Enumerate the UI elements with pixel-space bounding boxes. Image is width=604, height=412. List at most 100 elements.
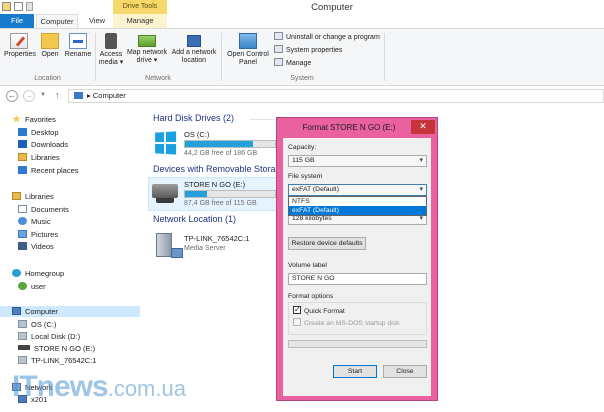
- nav-videos[interactable]: Videos: [18, 241, 54, 252]
- back-button[interactable]: ←: [6, 90, 18, 102]
- crumb-computer[interactable]: Computer: [93, 91, 126, 100]
- nav-favorites[interactable]: Favorites: [12, 114, 56, 125]
- nav-homegroup[interactable]: Homegroup: [12, 268, 64, 279]
- open-folder-icon: [41, 33, 59, 49]
- tab-file[interactable]: File: [0, 14, 34, 28]
- control-panel-icon: [239, 33, 257, 49]
- section-divider: [250, 119, 274, 120]
- up-arrow-icon[interactable]: ↑: [55, 90, 60, 100]
- fs-option-exfat[interactable]: exFAT (Default): [289, 206, 426, 215]
- open-control-panel-button[interactable]: Open Control Panel: [225, 33, 271, 67]
- nav-local-disk-d[interactable]: Local Disk (D:): [18, 331, 80, 342]
- capacity-select[interactable]: 115 GB: [288, 155, 427, 167]
- access-media-button[interactable]: Access media ▾: [97, 33, 125, 67]
- close-button[interactable]: Close: [383, 365, 427, 378]
- usb-drive-icon: [152, 184, 178, 203]
- manage-button[interactable]: Manage: [274, 58, 311, 70]
- dialog-close-icon[interactable]: ✕: [411, 120, 435, 134]
- format-dialog: Format STORE N GO (E:) ✕ Capacity: 115 G…: [276, 117, 438, 401]
- system-properties-icon: [274, 45, 283, 53]
- volume-label-input[interactable]: STORE N GO: [288, 273, 427, 285]
- nav-documents[interactable]: Documents: [18, 204, 69, 215]
- file-system-label: File system: [288, 173, 323, 180]
- crumb-separator: ▸: [87, 91, 91, 100]
- computer-management-icon: [274, 58, 283, 66]
- properties-button[interactable]: Properties: [4, 33, 36, 59]
- ribbon-separator: [221, 33, 222, 81]
- nav-tp-link[interactable]: TP-LINK_76542C:1: [18, 355, 96, 366]
- tab-computer[interactable]: Computer: [36, 14, 78, 28]
- open-button[interactable]: Open: [38, 33, 62, 59]
- media-server-icon: [156, 233, 183, 258]
- nav-downloads[interactable]: Downloads: [18, 139, 68, 150]
- drive-icon: [18, 332, 27, 340]
- network-location-icon: [187, 35, 201, 47]
- forward-button[interactable]: →: [23, 90, 35, 102]
- start-button[interactable]: Start: [333, 365, 377, 378]
- ribbon-tabs: File Computer View Manage: [0, 14, 604, 28]
- nav-desktop[interactable]: Desktop: [18, 127, 59, 138]
- nav-user[interactable]: user: [18, 281, 46, 292]
- media-server-icon: [18, 356, 27, 364]
- desktop-icon: [18, 128, 27, 136]
- libraries-icon: [12, 192, 21, 200]
- msdos-startup-checkbox[interactable]: Create an MS-DOS startup disk: [293, 318, 400, 327]
- dialog-body: Capacity: 115 GB File system exFAT (Defa…: [283, 138, 431, 396]
- videos-icon: [18, 242, 27, 250]
- computer-icon: [12, 307, 21, 315]
- restore-defaults-button[interactable]: Restore device defaults: [288, 237, 366, 250]
- group-label-network: Network: [145, 75, 171, 82]
- recent-places-icon: [18, 166, 27, 174]
- volume-label-label: Volume label: [288, 262, 327, 269]
- file-system-select[interactable]: exFAT (Default): [288, 184, 427, 196]
- system-properties-button[interactable]: System properties: [274, 45, 342, 57]
- tab-manage[interactable]: Manage: [113, 14, 167, 28]
- nav-libraries[interactable]: Libraries: [12, 191, 54, 202]
- nav-recent-places[interactable]: Recent places: [18, 165, 79, 176]
- fs-option-ntfs[interactable]: NTFS: [289, 197, 426, 206]
- nav-pictures[interactable]: Pictures: [18, 229, 58, 240]
- network-drive-icon: [138, 35, 156, 47]
- ribbon-separator: [384, 33, 385, 81]
- quick-format-checkbox[interactable]: Quick Format: [293, 305, 345, 315]
- documents-icon: [18, 205, 27, 213]
- uninstall-program-button[interactable]: Uninstall or change a program: [274, 32, 380, 44]
- section-network-location[interactable]: Network Location (1): [153, 214, 236, 224]
- map-network-drive-button[interactable]: Map network drive ▾: [125, 33, 169, 65]
- usage-fill: [185, 141, 254, 147]
- drive-os-c-name[interactable]: OS (C:): [184, 130, 209, 139]
- checkbox-icon[interactable]: [293, 318, 301, 326]
- format-progress-bar: [288, 340, 427, 348]
- rename-button[interactable]: Rename: [64, 33, 92, 59]
- itnews-watermark: ITnews.com.ua: [12, 370, 186, 403]
- window-title: Computer: [311, 2, 353, 13]
- drive-store-n-go-name[interactable]: STORE N GO (E:): [184, 180, 245, 189]
- format-options-label: Format options: [288, 293, 334, 300]
- drive-icon: [18, 320, 27, 328]
- nav-music[interactable]: Music: [18, 216, 51, 227]
- ribbon-separator: [95, 33, 96, 81]
- add-network-location-button[interactable]: Add a network location: [169, 33, 219, 65]
- windows-drive-icon: [155, 131, 177, 155]
- section-hard-disk-drives[interactable]: Hard Disk Drives (2): [153, 113, 234, 123]
- nav-store-n-go[interactable]: STORE N GO (E:): [18, 343, 95, 354]
- tp-link-name[interactable]: TP-LINK_76542C:1: [184, 234, 249, 243]
- tab-view[interactable]: View: [82, 14, 112, 28]
- address-breadcrumb[interactable]: ▸ Computer: [68, 89, 604, 103]
- nav-computer[interactable]: Computer: [12, 306, 58, 317]
- drive-os-c-free: 44,2 GB free of 186 GB: [184, 150, 258, 157]
- file-system-dropdown: NTFS exFAT (Default): [288, 196, 427, 216]
- capacity-label: Capacity:: [288, 144, 317, 151]
- nav-libraries-favorite[interactable]: Libraries: [18, 152, 60, 163]
- title-bar: Drive Tools Computer: [0, 0, 604, 14]
- media-player-icon: [105, 33, 117, 49]
- usb-drive-icon: [18, 345, 30, 350]
- group-label-system: System: [290, 75, 314, 82]
- checkbox-icon[interactable]: [293, 305, 301, 314]
- drive-os-c-usage-bar: [184, 140, 276, 148]
- homegroup-icon: [12, 269, 21, 277]
- nav-os-c[interactable]: OS (C:): [18, 319, 56, 330]
- recent-locations-chevron-icon[interactable]: ▼: [40, 92, 46, 98]
- address-bar-row: ← → ▼ ↑ ▸ Computer: [0, 86, 604, 106]
- section-removable-storage[interactable]: Devices with Removable Stora: [153, 164, 276, 174]
